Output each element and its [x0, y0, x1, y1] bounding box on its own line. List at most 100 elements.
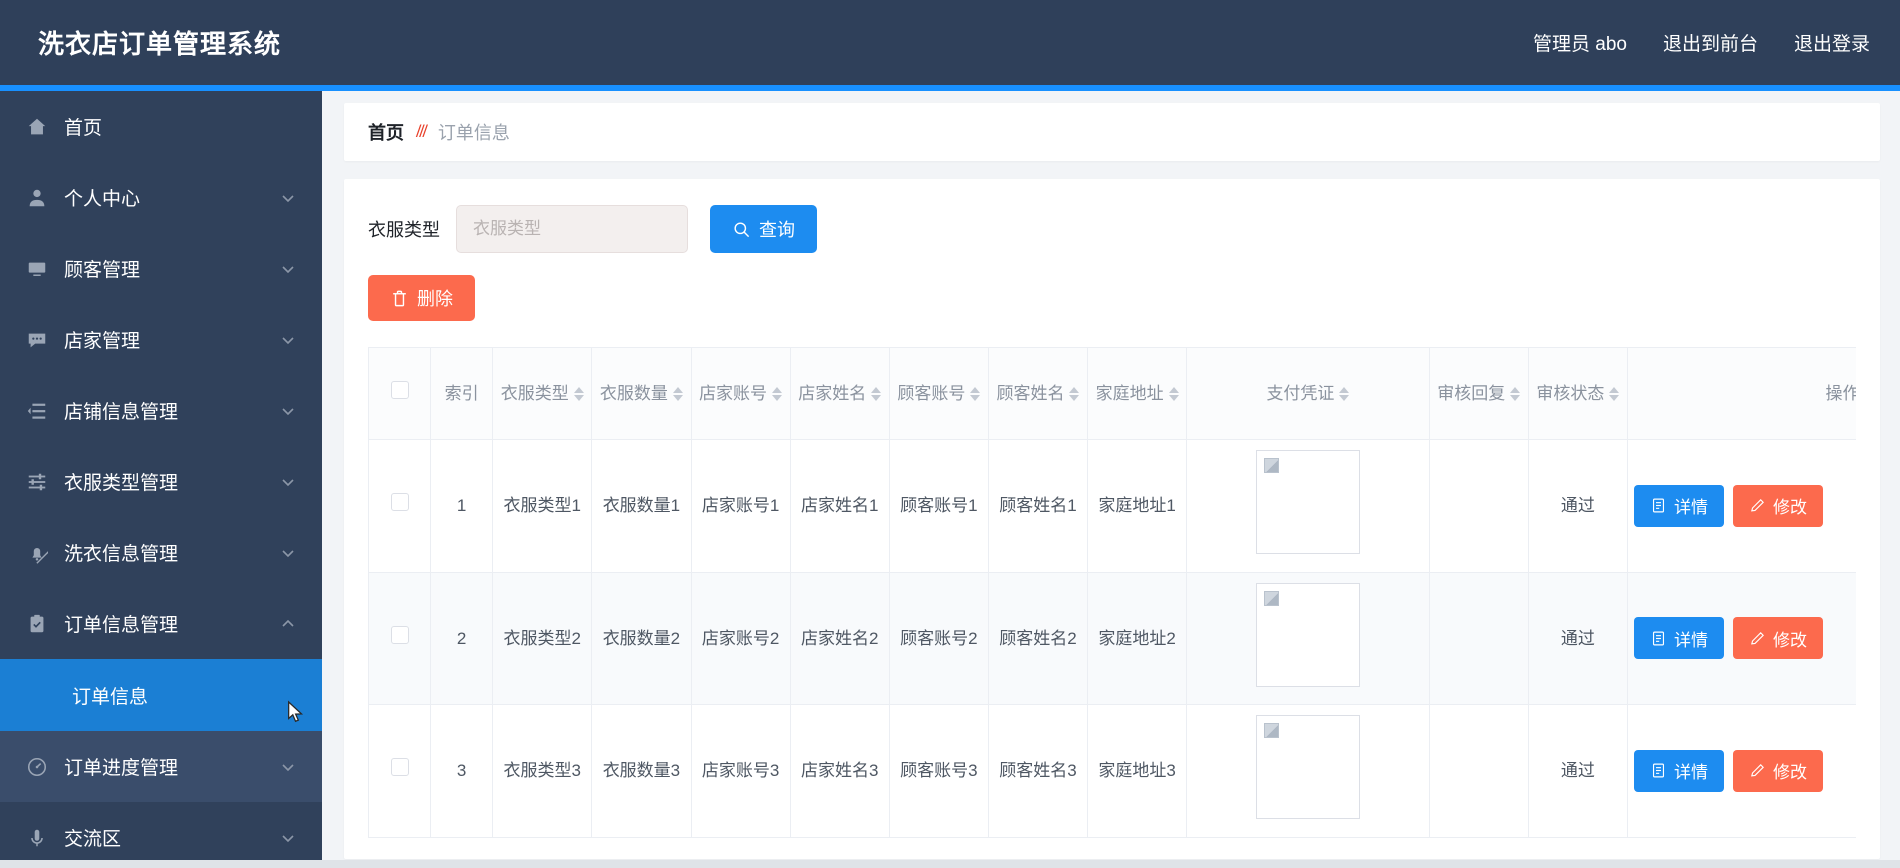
breadcrumb: 首页 /// 订单信息 [344, 103, 1880, 161]
table-row: 3 衣服类型3 衣服数量3 店家账号3 店家姓名3 顾客账号3 顾客姓名3 家庭地址3 通过 详情… [368, 704, 1856, 838]
sort-toggle-icon[interactable] [1609, 386, 1620, 401]
sidebar-item-4[interactable]: 店铺信息管理 [0, 375, 322, 446]
delete-button-label: 删除 [417, 289, 453, 309]
sort-toggle-icon[interactable] [1069, 386, 1080, 401]
col-header-home_address[interactable]: 家庭地址 [1087, 347, 1188, 440]
col-header-clothes_count[interactable]: 衣服数量 [591, 347, 692, 440]
row-edit-button[interactable]: 修改 [1732, 617, 1823, 660]
operations-cell: 详情 修改 [1626, 439, 1856, 573]
payment-voucher-image[interactable] [1255, 450, 1360, 554]
sidebar-item-8[interactable]: 订单进度管理 [0, 731, 322, 802]
sidebar-subitem-order-info[interactable]: 订单信息 [0, 659, 322, 731]
cell-shop_account: 店家账号3 [690, 704, 791, 838]
sidebar-item-9[interactable]: 交流区 [0, 802, 322, 868]
sidebar-item-label: 首页 [64, 118, 103, 139]
sort-toggle-icon[interactable] [1168, 386, 1179, 401]
sort-toggle-icon[interactable] [573, 386, 584, 401]
col-header-label: 审核回复 [1437, 383, 1506, 403]
chevron-down-icon [280, 474, 296, 490]
cell-home_address: 家庭地址2 [1087, 571, 1188, 705]
payment-voucher-cell [1186, 571, 1430, 705]
row-detail-label: 详情 [1673, 498, 1708, 518]
mic-icon [24, 825, 50, 851]
sidebar-item-label: 洗衣信息管理 [64, 544, 179, 565]
payment-voucher-cell [1186, 704, 1430, 838]
clothes-type-input[interactable] [456, 205, 688, 253]
current-user-label[interactable]: 管理员 abo [1533, 29, 1627, 56]
row-detail-button[interactable]: 详情 [1633, 484, 1724, 527]
col-header-shop_account[interactable]: 店家账号 [690, 347, 791, 440]
chevron-down-icon [280, 403, 296, 419]
cell-clothes_type: 衣服类型2 [492, 571, 593, 705]
document-icon [1652, 631, 1664, 646]
orders-table-body: 1 衣服类型1 衣服数量1 店家账号1 店家姓名1 顾客账号1 顾客姓名1 家庭地址1 通过 详情… [368, 439, 1856, 838]
cell-clothes_count: 衣服数量1 [591, 439, 692, 573]
row-checkbox[interactable] [390, 625, 409, 644]
col-header-customer_account[interactable]: 顾客账号 [888, 347, 989, 440]
cell-clothes_count: 衣服数量2 [591, 571, 692, 705]
sort-toggle-icon[interactable] [1339, 386, 1350, 401]
sort-toggle-icon[interactable] [1510, 386, 1521, 401]
orders-table-head: 索引 衣服类型 衣服数量 店家账号 店家姓名 顾客账号 顾客姓名 家庭地址 支付凭证 审核回复 审核… [368, 347, 1856, 440]
sidebar-item-1[interactable]: 个人中心 [0, 162, 322, 233]
sidebar-item-label: 交流区 [64, 829, 122, 850]
home-icon [24, 114, 50, 140]
sort-toggle-icon[interactable] [871, 386, 882, 401]
sort-toggle-icon[interactable] [772, 386, 783, 401]
orders-table-wrapper: 索引 衣服类型 衣服数量 店家账号 店家姓名 顾客账号 顾客姓名 家庭地址 支付凭证 审核回复 审核… [368, 347, 1856, 838]
row-action-group: 详情 修改 [1633, 617, 1856, 660]
col-header-audit_status[interactable]: 审核状态 [1527, 347, 1628, 440]
chevron-down-icon [280, 545, 296, 561]
breadcrumb-home[interactable]: 首页 [368, 119, 404, 145]
bell-off-icon [24, 540, 50, 566]
cell-customer_account: 顾客账号1 [888, 439, 989, 573]
sidebar-item-6[interactable]: 洗衣信息管理 [0, 517, 322, 588]
col-header-payment_voucher[interactable]: 支付凭证 [1186, 347, 1430, 440]
sort-toggle-icon[interactable] [672, 386, 683, 401]
delete-button[interactable]: 删除 [368, 275, 475, 321]
cell-audit_status: 通过 [1527, 571, 1628, 705]
chat-icon [24, 327, 50, 353]
row-edit-label: 修改 [1772, 498, 1807, 518]
sidebar-item-5[interactable]: 衣服类型管理 [0, 446, 322, 517]
col-header-audit_reply[interactable]: 审核回复 [1428, 347, 1529, 440]
search-button[interactable]: 查询 [710, 205, 817, 253]
row-edit-button[interactable]: 修改 [1732, 749, 1823, 792]
col-header-label: 衣服类型 [500, 383, 569, 403]
col-header-shop_name[interactable]: 店家姓名 [789, 347, 890, 440]
row-detail-button[interactable]: 详情 [1633, 617, 1724, 660]
payment-voucher-image[interactable] [1255, 715, 1360, 819]
col-header-label: 支付凭证 [1266, 383, 1335, 403]
row-detail-button[interactable]: 详情 [1633, 749, 1724, 792]
logout-link[interactable]: 退出登录 [1794, 29, 1870, 56]
sidebar-item-0[interactable]: 首页 [0, 91, 322, 162]
col-header-clothes_type[interactable]: 衣服类型 [492, 347, 593, 440]
document-icon [1652, 763, 1664, 778]
trash-icon [393, 290, 406, 306]
sidebar-item-2[interactable]: 顾客管理 [0, 233, 322, 304]
row-checkbox[interactable] [390, 758, 409, 776]
app-title: 洗衣店订单管理系统 [38, 29, 282, 59]
chevron-down-icon [280, 759, 296, 775]
table-header-row: 索引 衣服类型 衣服数量 店家账号 店家姓名 顾客账号 顾客姓名 家庭地址 支付凭证 审核回复 审核… [368, 347, 1856, 440]
cell-index: 2 [430, 571, 494, 705]
cell-shop_name: 店家姓名3 [789, 704, 890, 838]
sidebar-item-3[interactable]: 店家管理 [0, 304, 322, 375]
gauge-icon [24, 754, 50, 780]
pencil-icon [1751, 764, 1764, 777]
col-header-label: 顾客姓名 [996, 383, 1065, 403]
main-content: 首页 /// 订单信息 衣服类型 查询 删除 索引 衣服类型 衣服数量店家账号店家姓… [322, 91, 1900, 868]
select-all-checkbox[interactable] [390, 380, 409, 399]
sidebar-item-7[interactable]: 订单信息管理 [0, 588, 322, 659]
sort-toggle-icon[interactable] [970, 386, 981, 401]
payment-voucher-image[interactable] [1255, 582, 1360, 687]
row-edit-button[interactable]: 修改 [1732, 484, 1823, 527]
col-header-customer_name[interactable]: 顾客姓名 [987, 347, 1089, 440]
cell-index: 1 [430, 439, 494, 573]
orders-table: 索引 衣服类型 衣服数量 店家账号 店家姓名 顾客账号 顾客姓名 家庭地址 支付凭证 审核回复 审核… [368, 347, 1856, 838]
col-header-label: 索引 [444, 383, 479, 403]
app-header: 洗衣店订单管理系统 管理员 abo 退出到前台 退出登录 [0, 0, 1900, 85]
row-checkbox[interactable] [390, 493, 409, 511]
chevron-down-icon [280, 830, 296, 846]
exit-to-frontend-link[interactable]: 退出到前台 [1663, 29, 1758, 56]
